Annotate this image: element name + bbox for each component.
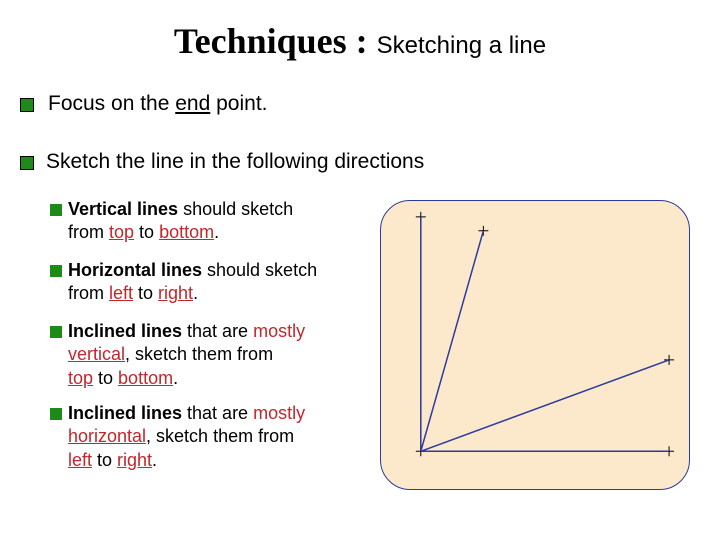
subbullet-icon	[50, 204, 62, 216]
sub-inclined-vertical: Inclined lines that are mostly vertical,…	[68, 320, 368, 390]
slide-title: Techniques : Sketching a line	[0, 20, 720, 62]
bullet-1-pre: Focus on the	[48, 92, 175, 115]
subbullet-icon	[50, 408, 62, 420]
bullet-1-post: point.	[210, 92, 267, 115]
bullet-1-underline: end	[175, 92, 210, 115]
sub-horizontal: Horizontal lines should sketch from left…	[68, 259, 368, 306]
bullet-icon	[20, 156, 34, 170]
subbullet-icon	[50, 265, 62, 277]
diagram-svg	[381, 201, 689, 489]
bullet-icon	[20, 98, 34, 112]
line-directions-diagram	[380, 200, 690, 490]
subbullet-icon	[50, 326, 62, 338]
bullet-2: Sketch the line in the following directi…	[46, 150, 424, 174]
title-main: Techniques :	[174, 21, 377, 61]
sub-inclined-horizontal: Inclined lines that are mostly horizonta…	[68, 402, 368, 472]
title-sub: Sketching a line	[377, 32, 546, 59]
sub-vertical: Vertical lines should sketch from top to…	[68, 198, 368, 245]
bullet-1: Focus on the end point.	[48, 92, 268, 116]
